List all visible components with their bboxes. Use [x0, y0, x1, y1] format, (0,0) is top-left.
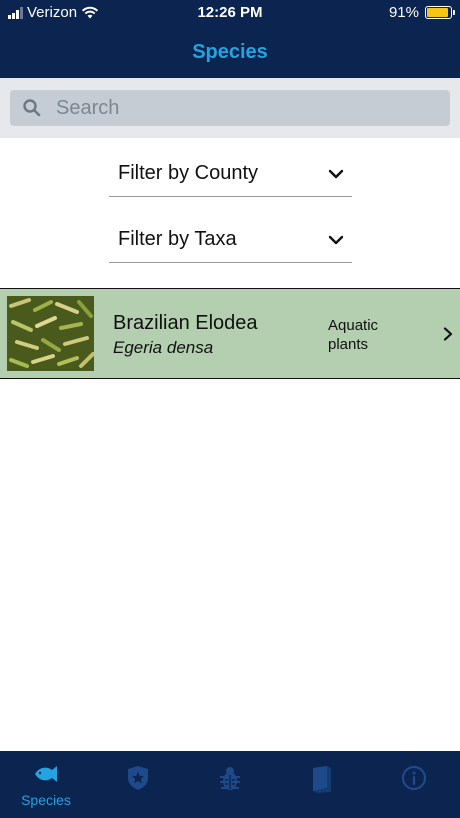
tab-report[interactable] — [184, 751, 276, 818]
search-bar — [0, 78, 460, 138]
search-icon — [23, 99, 41, 117]
battery-icon — [425, 6, 455, 19]
species-taxa: Aquatic plants — [328, 317, 379, 353]
book-icon — [313, 766, 331, 793]
tab-bar: Species — [0, 751, 460, 818]
chevron-down-icon — [328, 169, 344, 178]
tab-guide[interactable] — [276, 751, 368, 818]
search-box[interactable] — [10, 90, 450, 126]
species-thumbnail — [7, 296, 94, 371]
taxa-filter-dropdown[interactable]: Filter by Taxa — [109, 217, 352, 263]
info-icon — [401, 765, 427, 791]
county-filter-label: Filter by County — [118, 162, 259, 184]
status-right: 91% — [388, 4, 455, 21]
chevron-down-icon — [328, 235, 344, 244]
tab-watchlist[interactable] — [92, 751, 184, 818]
battery-percent: 91% — [388, 4, 419, 21]
county-filter-dropdown[interactable]: Filter by County — [109, 151, 352, 197]
fish-icon — [35, 766, 57, 782]
chevron-right-icon — [443, 327, 453, 341]
bug-icon — [220, 767, 240, 790]
tab-species-label: Species — [21, 792, 71, 808]
tab-info[interactable] — [368, 751, 460, 818]
status-bar: Verizon 12:26 PM 91% — [0, 0, 460, 26]
shield-star-icon — [128, 766, 148, 790]
page-title: Species — [192, 40, 268, 63]
species-common-name: Brazilian Elodea — [113, 312, 258, 334]
taxa-filter-label: Filter by Taxa — [118, 228, 237, 250]
species-scientific-name: Egeria densa — [113, 338, 214, 357]
nav-bar: Species — [0, 26, 460, 78]
species-list-item[interactable]: Brazilian Elodea Egeria densa Aquatic pl… — [0, 288, 460, 379]
search-input[interactable] — [56, 96, 436, 120]
tab-species[interactable]: Species — [0, 751, 92, 818]
